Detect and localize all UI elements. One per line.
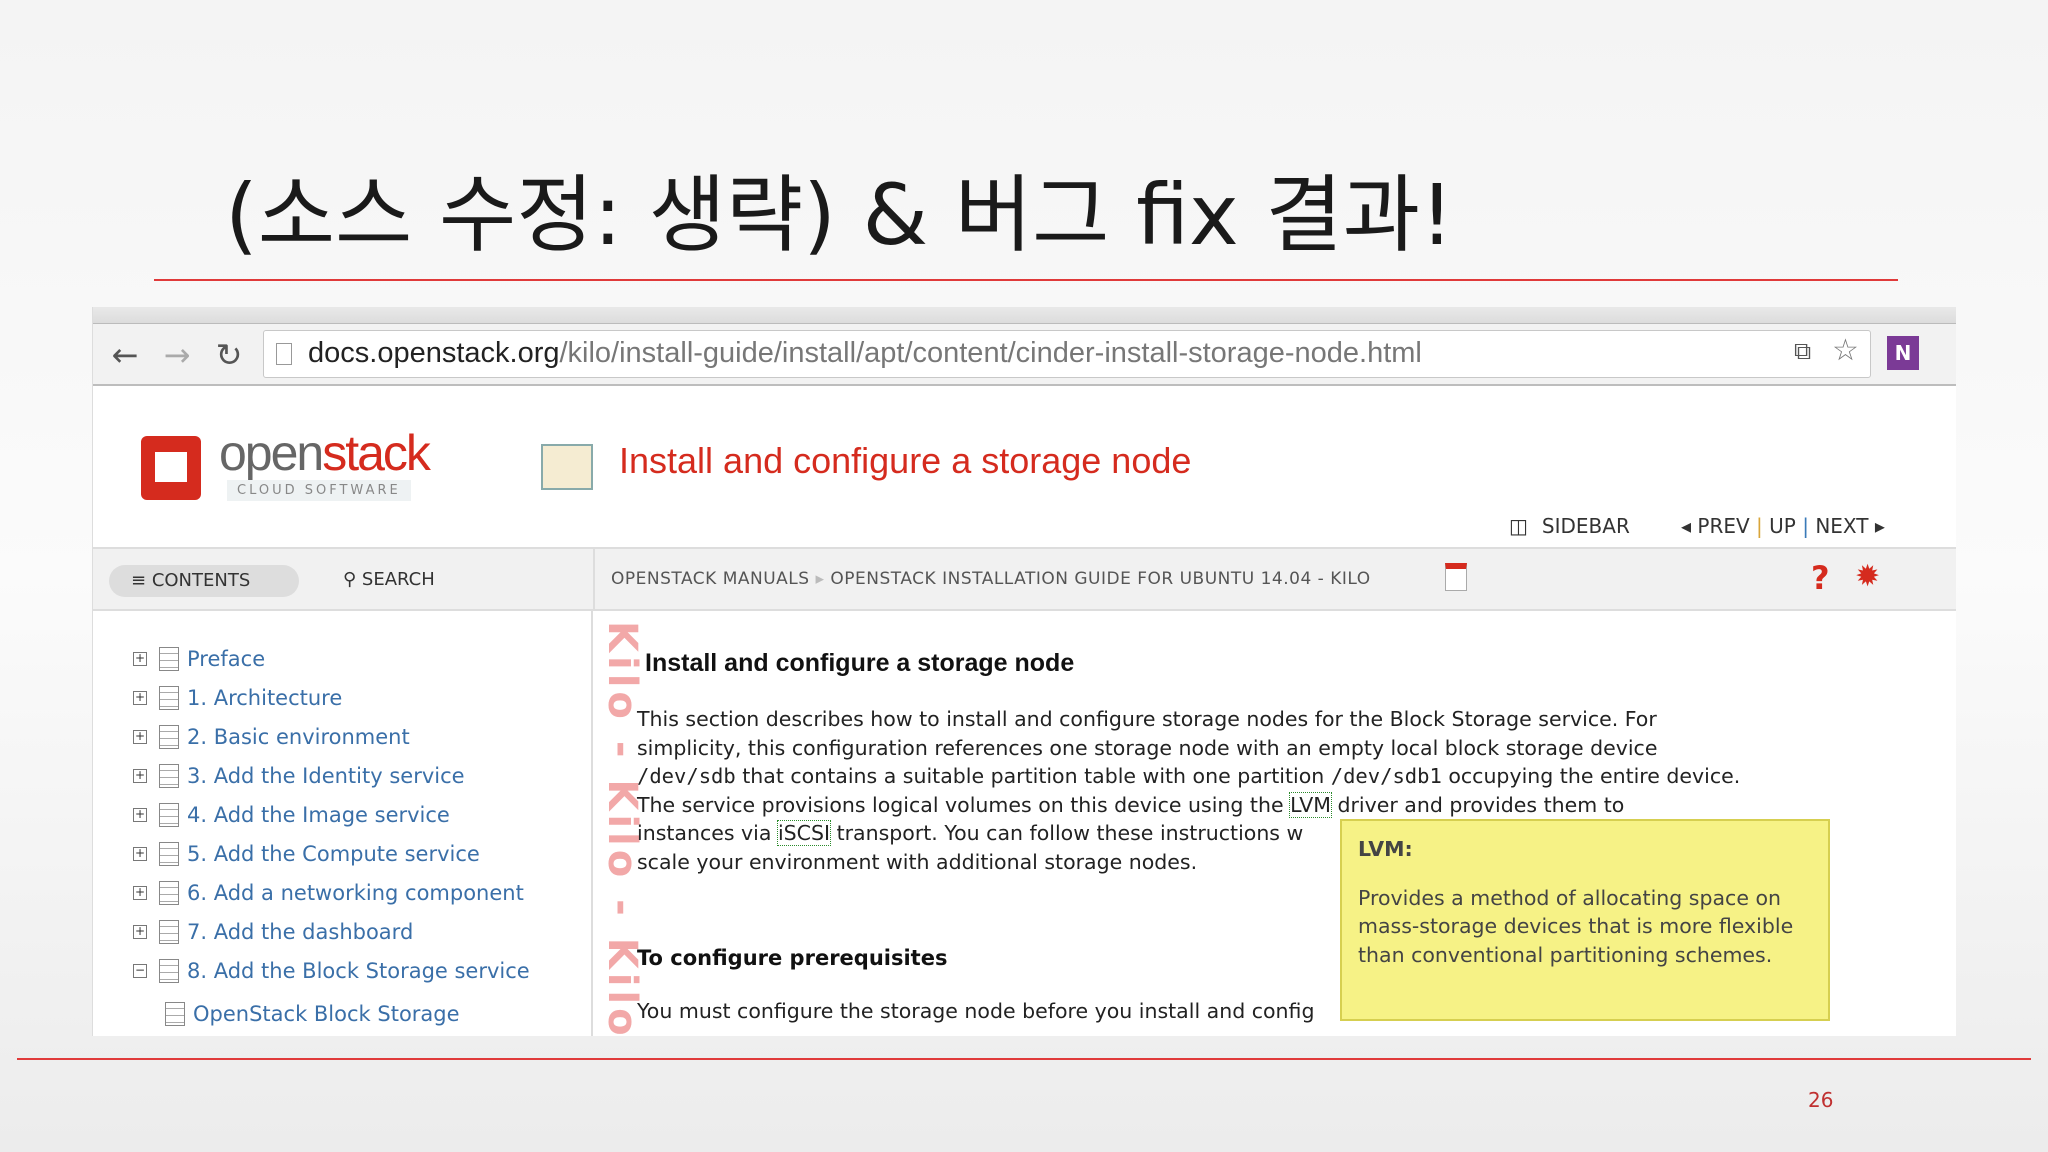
toc-subitem[interactable]: OpenStack Block Storage <box>161 1002 460 1026</box>
tooltip-term: LVM: <box>1358 837 1413 861</box>
forward-icon[interactable]: → <box>157 336 197 374</box>
document-icon <box>159 803 179 827</box>
site-header: openstack CLOUD SOFTWARE Install and con… <box>93 386 1956 549</box>
help-icon[interactable]: ? <box>1811 559 1830 597</box>
document-icon <box>159 647 179 671</box>
toc-item[interactable]: +2. Basic environment <box>133 725 410 749</box>
toc-sidebar: + Preface +1. Architecture +2. Basic envi… <box>93 611 593 1036</box>
expand-icon: + <box>133 729 147 744</box>
doc-toolbar: ≡ CONTENTS ⚲ SEARCH OPENSTACK MANUALS ▸ … <box>93 549 1956 611</box>
book-icon <box>541 444 593 490</box>
toc-item[interactable]: +3. Add the Identity service <box>133 764 465 788</box>
sidebar-toggle[interactable]: ◫ SIDEBAR <box>1509 514 1630 538</box>
expand-icon: + <box>133 651 147 666</box>
logo-tagline: CLOUD SOFTWARE <box>227 480 411 501</box>
document-icon <box>159 686 179 710</box>
slide-title: (소스 수정: 생략) & 버그 fix 결과! <box>225 166 1454 264</box>
toc-item[interactable]: +5. Add the Compute service <box>133 842 480 866</box>
toc-item[interactable]: +7. Add the dashboard <box>133 920 413 944</box>
document-icon <box>159 842 179 866</box>
breadcrumb: OPENSTACK MANUALS ▸ OPENSTACK INSTALLATI… <box>611 569 1371 589</box>
browser-navbar: ← → ↻ docs.openstack.org/kilo/install-gu… <box>93 324 1956 386</box>
breadcrumb-guide[interactable]: OPENSTACK INSTALLATION GUIDE FOR UBUNTU … <box>830 569 1370 589</box>
search-icon: ⚲ <box>343 569 357 590</box>
pdf-icon[interactable] <box>1445 563 1467 591</box>
toc-item[interactable]: +1. Architecture <box>133 686 342 710</box>
tooltip-definition: Provides a method of allocating space on… <box>1358 885 1794 967</box>
title-divider <box>154 279 1898 281</box>
toc-item[interactable]: +6. Add a networking component <box>133 881 524 905</box>
glossary-tooltip: LVM: Provides a method of allocating spa… <box>1340 819 1830 1021</box>
menu-icon[interactable]: ⋮ <box>1949 334 1956 367</box>
address-bar[interactable]: docs.openstack.org/kilo/install-guide/in… <box>263 330 1871 378</box>
prereq-paragraph: You must configure the storage node befo… <box>637 999 1315 1023</box>
prev-link[interactable]: ◂ PREV <box>1681 514 1750 538</box>
translate-icon[interactable]: ⧉ <box>1794 337 1811 365</box>
toc-item[interactable]: +4. Add the Image service <box>133 803 450 827</box>
search-tab[interactable]: ⚲ SEARCH <box>343 569 435 590</box>
document-icon <box>159 881 179 905</box>
expand-icon: + <box>133 885 147 900</box>
expand-icon: + <box>133 924 147 939</box>
url-host: docs.openstack.org <box>308 337 560 369</box>
onenote-icon[interactable]: N <box>1887 336 1919 370</box>
contents-tab[interactable]: ≡ CONTENTS <box>109 565 299 597</box>
footer-divider <box>17 1058 2031 1060</box>
section-heading: Install and configure a storage node <box>645 649 1075 677</box>
url-path: /kilo/install-guide/install/apt/content/… <box>559 337 1422 369</box>
expand-icon: + <box>133 807 147 822</box>
sidebar-icon: ◫ <box>1509 514 1528 538</box>
page-number: 26 <box>1808 1088 1834 1112</box>
document-icon <box>165 1002 185 1026</box>
tab-strip[interactable] <box>93 307 1956 324</box>
page-icon <box>276 343 292 365</box>
star-icon[interactable]: ☆ <box>1832 333 1859 368</box>
glossary-link-lvm[interactable]: LVM <box>1289 791 1332 818</box>
expand-icon: + <box>133 846 147 861</box>
document-icon <box>159 959 179 983</box>
bug-report-icon[interactable]: ✹ <box>1855 559 1880 594</box>
document-icon <box>159 920 179 944</box>
collapse-icon: − <box>133 963 147 978</box>
expand-icon: + <box>133 690 147 705</box>
next-link[interactable]: NEXT ▸ <box>1815 514 1885 538</box>
breadcrumb-manuals[interactable]: OPENSTACK MANUALS <box>611 569 810 589</box>
page-title: Install and configure a storage node <box>619 440 1192 481</box>
logo-wordmark[interactable]: openstack <box>219 424 431 482</box>
toc-item[interactable]: + Preface <box>133 647 265 671</box>
back-icon[interactable]: ← <box>105 336 145 374</box>
expand-icon: + <box>133 768 147 783</box>
openstack-logo-icon <box>141 436 201 500</box>
document-icon <box>159 725 179 749</box>
toc-item[interactable]: −8. Add the Block Storage service <box>133 959 530 983</box>
document-icon <box>159 764 179 788</box>
subsection-heading: To configure prerequisites <box>637 946 948 970</box>
glossary-link-iscsi[interactable]: iSCSI <box>776 820 832 846</box>
pager: ◂ PREV | UP | NEXT ▸ <box>1681 514 1885 538</box>
reload-icon[interactable]: ↻ <box>209 336 249 374</box>
up-link[interactable]: UP <box>1769 514 1796 538</box>
